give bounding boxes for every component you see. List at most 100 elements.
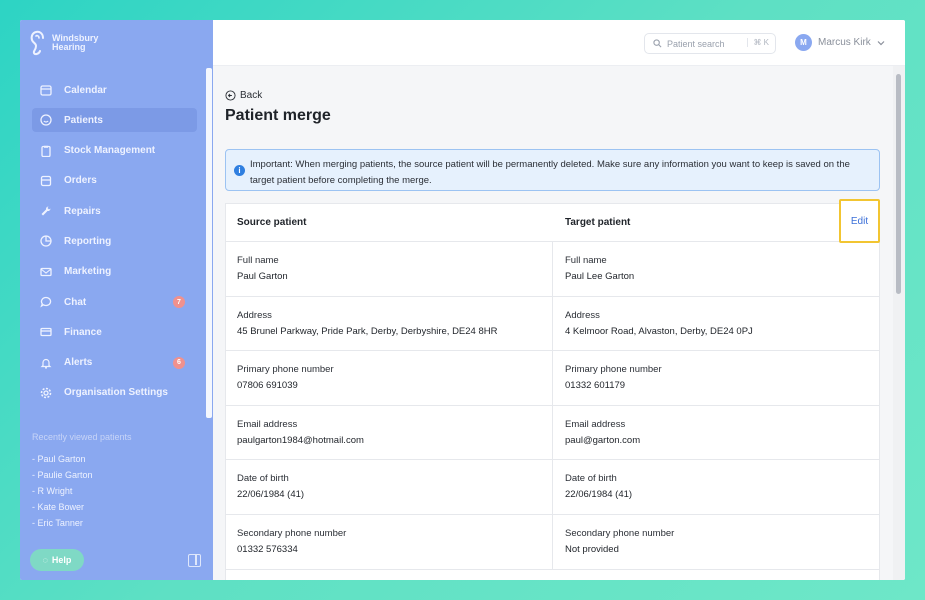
source-cell: Address 45 Brunel Parkway, Pride Park, De… xyxy=(226,296,553,351)
search-shortcut: ⌘ K xyxy=(747,38,769,47)
field-label: Email address xyxy=(237,418,298,430)
sidebar-item-chat[interactable]: Chat 7 xyxy=(32,290,197,314)
table-header: Source patient Target patient Edit xyxy=(226,199,880,243)
orders-icon xyxy=(40,175,52,187)
sidebar-item-calendar[interactable]: Calendar xyxy=(32,78,197,102)
back-link[interactable]: Back xyxy=(225,90,262,101)
chat-icon xyxy=(40,296,52,308)
sidebar-item-label: Alerts xyxy=(64,357,93,369)
sidebar-item-label: Orders xyxy=(64,175,97,187)
alert-text: Important: When merging patients, the so… xyxy=(250,159,850,186)
bell-icon xyxy=(40,357,52,369)
field-value: 01332 601179 xyxy=(565,380,626,392)
brand-name: Windsbury Hearing xyxy=(52,33,99,52)
recent-patient-link[interactable]: - Paulie Garton xyxy=(32,468,93,484)
brand-logo[interactable]: Windsbury Hearing xyxy=(30,30,112,56)
sidebar-item-reporting[interactable]: Reporting xyxy=(32,229,197,253)
user-name: Marcus Kirk xyxy=(818,37,871,48)
smile-icon xyxy=(40,114,52,126)
source-cell: Secondary phone number 01332 576334 xyxy=(226,514,553,569)
sidebar: Windsbury Hearing Calendar Patients Stock … xyxy=(20,20,213,580)
search-placeholder: Patient search xyxy=(667,38,725,49)
collapse-sidebar-icon[interactable] xyxy=(188,554,201,567)
edit-target-button[interactable]: Edit xyxy=(839,199,880,243)
sidebar-item-label: Patients xyxy=(64,114,103,126)
field-value: 45 Brunel Parkway, Pride Park, Derby, De… xyxy=(237,325,498,337)
sidebar-item-repairs[interactable]: Repairs xyxy=(32,199,197,223)
target-cell: Date of birth 22/06/1984 (41) xyxy=(553,460,879,514)
recent-patient-link[interactable]: - Paul Garton xyxy=(32,452,93,468)
source-cell: Full name Paul Garton xyxy=(226,242,553,296)
ear-logo-icon xyxy=(30,30,44,56)
sidebar-item-label: Reporting xyxy=(64,235,112,247)
sidebar-item-stock-management[interactable]: Stock Management xyxy=(32,139,197,163)
scrollbar-thumb[interactable] xyxy=(896,74,901,294)
source-patient-header: Source patient xyxy=(237,217,307,228)
avatar: M xyxy=(795,34,812,51)
sidebar-item-label: Calendar xyxy=(64,84,107,96)
recent-patient-link[interactable]: - R Wright xyxy=(32,484,93,500)
field-label: Secondary phone number xyxy=(237,527,347,539)
field-value: Paul Lee Garton xyxy=(565,271,635,282)
sidebar-scrollbar[interactable] xyxy=(206,68,212,418)
field-value: 22/06/1984 (41) xyxy=(237,489,305,501)
field-value: 4 Kelmoor Road, Alvaston, Derby, DE24 0P… xyxy=(565,325,753,337)
table-row: Secondary phone number 01332 576334 Second… xyxy=(226,514,879,570)
user-menu[interactable]: M Marcus Kirk xyxy=(795,34,885,51)
app-window: Windsbury Hearing Calendar Patients Stock … xyxy=(20,20,905,580)
pie-chart-icon xyxy=(40,235,52,248)
field-label: Full name xyxy=(565,255,607,266)
sidebar-item-alerts[interactable]: Alerts 6 xyxy=(32,351,197,375)
search-icon xyxy=(653,39,662,48)
target-cell: Primary phone number 01332 601179 xyxy=(553,351,879,405)
table-row: Address 45 Brunel Parkway, Pride Park, De… xyxy=(226,296,879,352)
target-cell: Full name Paul Lee Garton xyxy=(553,242,879,296)
field-value: Not provided xyxy=(565,543,619,555)
sidebar-item-finance[interactable]: Finance xyxy=(32,320,197,344)
gear-icon xyxy=(40,387,52,399)
sidebar-item-organisation-settings[interactable]: Organisation Settings xyxy=(32,381,197,405)
field-value: paul@garton.com xyxy=(565,434,641,446)
target-cell: Address 4 Kelmoor Road, Alvaston, Derby, … xyxy=(553,297,879,351)
recent-patient-link[interactable]: - Eric Tanner xyxy=(32,516,93,532)
sidebar-item-orders[interactable]: Orders xyxy=(32,169,197,193)
sidebar-item-label: Finance xyxy=(64,326,102,338)
field-value: 22/06/1984 (41) xyxy=(565,489,633,501)
field-label: Date of birth xyxy=(565,473,617,485)
notification-badge: 7 xyxy=(173,296,185,309)
field-value: Paul Garton xyxy=(237,271,288,282)
field-label: Date of birth xyxy=(237,473,289,485)
source-cell: Date of birth 22/06/1984 (41) xyxy=(226,460,553,514)
chevron-down-icon xyxy=(877,40,885,45)
field-label: Primary phone number xyxy=(237,364,334,376)
card-icon xyxy=(40,326,52,338)
table-body: Full name Paul Garton Full name Paul Lee Ga… xyxy=(226,242,879,570)
target-cell: Email address paul@garton.com xyxy=(553,406,879,460)
page-title: Patient merge xyxy=(225,107,331,124)
arrow-left-circle-icon xyxy=(225,90,236,101)
sidebar-item-label: Stock Management xyxy=(64,145,156,157)
sidebar-item-label: Marketing xyxy=(64,266,112,278)
sidebar-item-patients[interactable]: Patients xyxy=(32,108,197,133)
merge-comparison-table: Source patient Target patient Edit Full … xyxy=(225,199,880,580)
help-circle-icon: ◌ xyxy=(42,555,48,565)
info-icon: i xyxy=(234,165,245,176)
sidebar-item-label: Organisation Settings xyxy=(64,387,168,399)
recent-patient-link[interactable]: - Kate Bower xyxy=(32,500,93,516)
table-row: Primary phone number 07806 691039 Primary … xyxy=(226,351,879,406)
target-patient-header: Target patient xyxy=(565,217,631,228)
patient-search-input[interactable]: Patient search ⌘ K xyxy=(644,33,776,54)
mail-icon xyxy=(40,266,52,278)
help-button[interactable]: ◌ Help xyxy=(30,549,84,571)
field-label: Email address xyxy=(565,418,626,430)
wrench-icon xyxy=(40,205,52,217)
target-cell: Secondary phone number Not provided xyxy=(553,515,879,569)
main-scrollbar[interactable] xyxy=(893,66,905,580)
field-label: Full name xyxy=(237,255,279,266)
sidebar-item-marketing[interactable]: Marketing xyxy=(32,260,197,284)
field-label: Secondary phone number xyxy=(565,527,675,539)
source-cell: Email address paulgarton1984@hotmail.com xyxy=(226,405,553,460)
sidebar-item-label: Repairs xyxy=(64,205,101,217)
field-value: 01332 576334 xyxy=(237,543,298,555)
back-label: Back xyxy=(240,90,263,101)
